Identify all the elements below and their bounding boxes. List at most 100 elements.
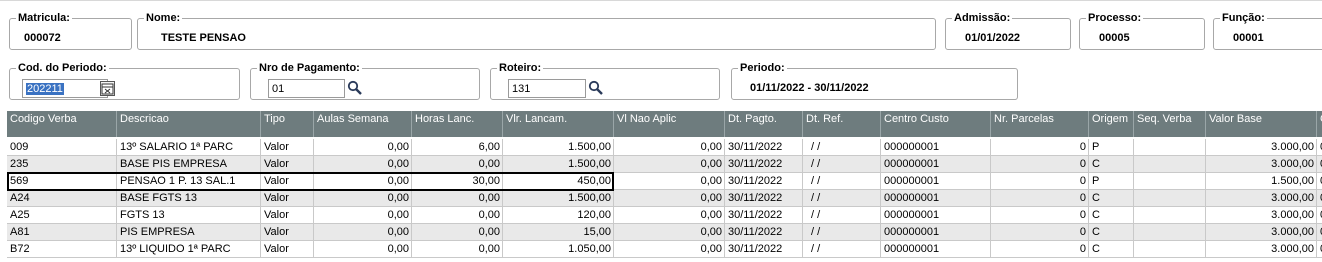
col-header-nr-parcelas[interactable]: Nr. Parcelas: [991, 111, 1089, 137]
cell-vl-nao-aplic[interactable]: 0,00: [614, 207, 725, 224]
cell-codigo-verba[interactable]: 009: [7, 139, 117, 156]
cell-nr-parcelas[interactable]: 0: [991, 139, 1089, 156]
col-header-aulas-semana[interactable]: Aulas Semana: [314, 111, 412, 137]
cell-valor-base[interactable]: 3.000,00: [1206, 139, 1317, 156]
cell-tipo[interactable]: Valor: [261, 241, 314, 258]
cell-centro-custo[interactable]: 000000001: [881, 190, 991, 207]
cell-seq-verba[interactable]: [1134, 207, 1206, 224]
cell-horas-lanc[interactable]: 6,00: [412, 139, 503, 156]
cell-vl-nao-aplic[interactable]: 0,00: [614, 224, 725, 241]
cell-dt-pagto[interactable]: 30/11/2022: [725, 139, 803, 156]
cell-origem[interactable]: C: [1089, 224, 1134, 241]
cell-valor-base[interactable]: 3.000,00: [1206, 156, 1317, 173]
matricula-value[interactable]: 000072: [24, 32, 61, 45]
cell-codigo-verba[interactable]: 569: [7, 173, 117, 190]
col-header-centro-custo[interactable]: Centro Custo: [881, 111, 991, 137]
cell-tipo[interactable]: Valor: [261, 224, 314, 241]
cell-horas-lanc[interactable]: 30,00: [412, 173, 503, 190]
cell-vlr-lancam[interactable]: 450,00: [503, 173, 614, 190]
cell-vl-nao-aplic[interactable]: 0,00: [614, 241, 725, 258]
cell-nr-parcelas[interactable]: 0: [991, 190, 1089, 207]
cell-aulas-semana[interactable]: 0,00: [314, 241, 412, 258]
col-header-dt-pagto[interactable]: Dt. Pagto.: [725, 111, 803, 137]
col-header-seq-verba[interactable]: Seq. Verba: [1134, 111, 1206, 137]
funcao-value[interactable]: 00001: [1233, 32, 1264, 45]
cell-origem[interactable]: C: [1089, 207, 1134, 224]
table-row[interactable]: 235 BASE PIS EMPRESA Valor 0,00 0,00 1.500,00…: [7, 156, 1322, 173]
col-header-dt-ref[interactable]: Dt. Ref.: [803, 111, 881, 137]
cell-dt-pagto[interactable]: 30/11/2022: [725, 173, 803, 190]
cell-seq-verba[interactable]: [1134, 190, 1206, 207]
cell-centro-custo[interactable]: 000000001: [881, 224, 991, 241]
cell-descricao[interactable]: 13º SALARIO 1ª PARC: [117, 139, 261, 156]
col-header-valor-base[interactable]: Valor Base: [1206, 111, 1317, 137]
calendar-picker-icon[interactable]: [100, 81, 115, 96]
cell-descricao[interactable]: 13º LIQUIDO 1ª PARC: [117, 241, 261, 258]
cell-dt-ref[interactable]: / /: [803, 139, 881, 156]
cell-seq-verba[interactable]: [1134, 241, 1206, 258]
cell-valor-base[interactable]: 1.500,00: [1206, 173, 1317, 190]
roteiro-input[interactable]: 131: [508, 79, 586, 98]
cell-vlr-lancam[interactable]: 1.500,00: [503, 156, 614, 173]
cell-dt-ref[interactable]: / /: [803, 173, 881, 190]
cell-tipo[interactable]: Valor: [261, 139, 314, 156]
cell-truncated[interactable]: 0: [1317, 156, 1322, 173]
nro-pagamento-input[interactable]: 01: [268, 79, 345, 98]
cell-truncated[interactable]: 0: [1317, 207, 1322, 224]
cell-truncated[interactable]: 0: [1317, 241, 1322, 258]
cell-seq-verba[interactable]: [1134, 173, 1206, 190]
table-row[interactable]: A24 BASE FGTS 13 Valor 0,00 0,00 1.500,00 0,00…: [7, 190, 1322, 207]
cell-origem[interactable]: P: [1089, 139, 1134, 156]
cell-centro-custo[interactable]: 000000001: [881, 139, 991, 156]
table-row[interactable]: 009 13º SALARIO 1ª PARC Valor 0,00 6,00 1.500…: [7, 139, 1322, 156]
table-row[interactable]: 569 PENSAO 1 P. 13 SAL.1 Valor 0,00 30,00 450…: [7, 173, 1322, 190]
cell-horas-lanc[interactable]: 0,00: [412, 156, 503, 173]
cell-nr-parcelas[interactable]: 0: [991, 207, 1089, 224]
cell-truncated[interactable]: 0: [1317, 139, 1322, 156]
cell-seq-verba[interactable]: [1134, 224, 1206, 241]
cell-dt-pagto[interactable]: 30/11/2022: [725, 190, 803, 207]
col-header-truncated[interactable]: C: [1317, 111, 1322, 137]
search-icon[interactable]: [347, 80, 363, 96]
cell-truncated[interactable]: 0: [1317, 224, 1322, 241]
cell-descricao[interactable]: PIS EMPRESA: [117, 224, 261, 241]
cell-vlr-lancam[interactable]: 120,00: [503, 207, 614, 224]
cell-horas-lanc[interactable]: 0,00: [412, 207, 503, 224]
cell-horas-lanc[interactable]: 0,00: [412, 224, 503, 241]
cell-tipo[interactable]: Valor: [261, 207, 314, 224]
cell-seq-verba[interactable]: [1134, 139, 1206, 156]
col-header-tipo[interactable]: Tipo: [261, 111, 314, 137]
table-row[interactable]: A25 FGTS 13 Valor 0,00 0,00 120,00 0,00 30/11/2…: [7, 207, 1322, 224]
col-header-vl-nao-aplic[interactable]: Vl Nao Aplic: [614, 111, 725, 137]
cell-seq-verba[interactable]: [1134, 156, 1206, 173]
cod-periodo-input[interactable]: 202211: [22, 79, 108, 98]
cell-codigo-verba[interactable]: A81: [7, 224, 117, 241]
col-header-horas-lanc[interactable]: Horas Lanc.: [412, 111, 503, 137]
cell-aulas-semana[interactable]: 0,00: [314, 207, 412, 224]
search-icon[interactable]: [588, 80, 604, 96]
cell-dt-pagto[interactable]: 30/11/2022: [725, 207, 803, 224]
cell-nr-parcelas[interactable]: 0: [991, 156, 1089, 173]
cell-nr-parcelas[interactable]: 0: [991, 224, 1089, 241]
cell-valor-base[interactable]: 3.000,00: [1206, 241, 1317, 258]
col-header-origem[interactable]: Origem: [1089, 111, 1134, 137]
nome-value[interactable]: TESTE PENSAO: [161, 32, 246, 45]
cell-centro-custo[interactable]: 000000001: [881, 156, 991, 173]
cell-codigo-verba[interactable]: 235: [7, 156, 117, 173]
cell-dt-ref[interactable]: / /: [803, 224, 881, 241]
cell-codigo-verba[interactable]: B72: [7, 241, 117, 258]
cell-aulas-semana[interactable]: 0,00: [314, 224, 412, 241]
cell-codigo-verba[interactable]: A24: [7, 190, 117, 207]
periodo-value[interactable]: 01/11/2022 - 30/11/2022: [750, 82, 869, 95]
cell-tipo[interactable]: Valor: [261, 190, 314, 207]
cell-centro-custo[interactable]: 000000001: [881, 173, 991, 190]
cell-vlr-lancam[interactable]: 1.500,00: [503, 190, 614, 207]
cell-aulas-semana[interactable]: 0,00: [314, 156, 412, 173]
cell-tipo[interactable]: Valor: [261, 173, 314, 190]
cell-descricao[interactable]: BASE PIS EMPRESA: [117, 156, 261, 173]
cell-aulas-semana[interactable]: 0,00: [314, 139, 412, 156]
cell-dt-pagto[interactable]: 30/11/2022: [725, 241, 803, 258]
cell-truncated[interactable]: 0: [1317, 190, 1322, 207]
cell-valor-base[interactable]: 3.000,00: [1206, 224, 1317, 241]
cell-dt-ref[interactable]: / /: [803, 190, 881, 207]
